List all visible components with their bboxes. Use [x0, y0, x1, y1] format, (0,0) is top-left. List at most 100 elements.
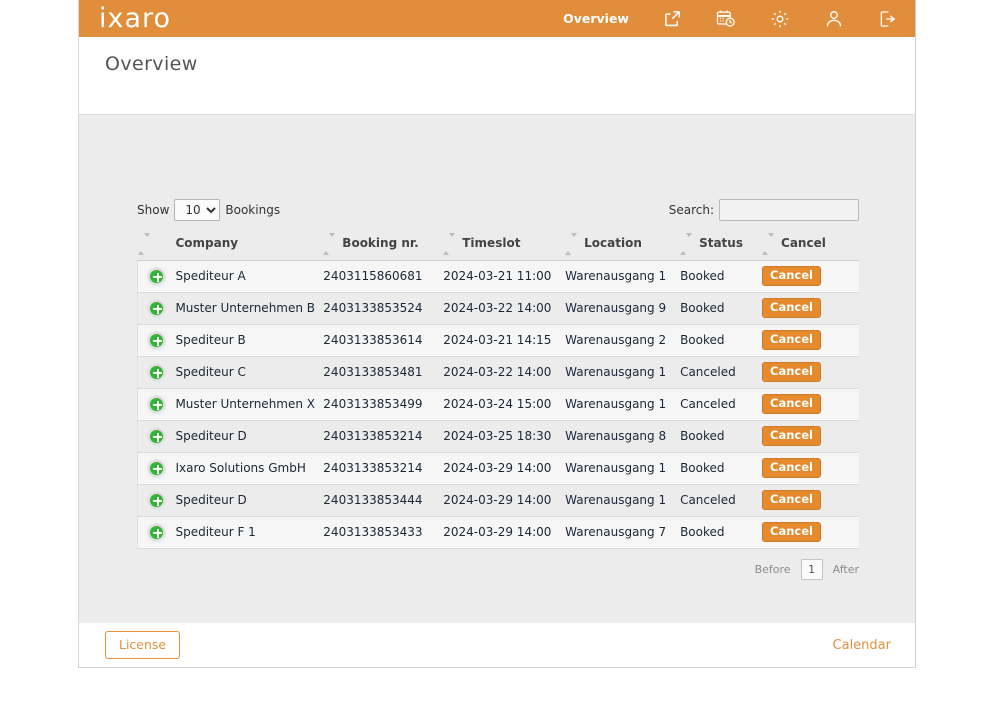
expand-plus-icon[interactable]: [149, 493, 164, 508]
expand-plus-icon[interactable]: [149, 397, 164, 412]
row-cell-booking-nr: 2403133853444: [323, 484, 443, 516]
row-expand-cell[interactable]: [138, 420, 176, 452]
row-cell-company: Spediteur D: [175, 420, 323, 452]
row-cell-cancel: Cancel: [762, 292, 859, 324]
bookings-table-body: Spediteur A24031158606812024-03-21 11:00…: [138, 260, 860, 548]
row-cell-timeslot: 2024-03-21 14:15: [443, 324, 565, 356]
cancel-booking-button[interactable]: Cancel: [762, 522, 821, 542]
sort-icon: [762, 237, 771, 251]
table-row[interactable]: Spediteur B24031338536142024-03-21 14:15…: [138, 324, 860, 356]
nav-logout-button[interactable]: [861, 0, 915, 37]
row-cell-booking-nr: 2403133853214: [323, 420, 443, 452]
search-input[interactable]: [719, 199, 859, 221]
row-cell-location: Warenausgang 1: [565, 484, 680, 516]
license-button[interactable]: License: [105, 631, 180, 659]
row-cell-booking-nr: 2403133853524: [323, 292, 443, 324]
column-header-timeslot[interactable]: Timeslot: [443, 229, 565, 260]
calendar-link[interactable]: Calendar: [833, 638, 891, 653]
pagination-page-1-button[interactable]: 1: [801, 559, 823, 580]
ixaro-logo[interactable]: ixaro: [99, 5, 171, 32]
table-row[interactable]: Muster Unternehmen X24031338534992024-03…: [138, 388, 860, 420]
cancel-booking-button[interactable]: Cancel: [762, 298, 821, 318]
cancel-booking-button[interactable]: Cancel: [762, 458, 821, 478]
footer-bar: License Calendar: [79, 623, 915, 667]
row-cell-status: Booked: [680, 292, 762, 324]
page-title: Overview: [105, 53, 198, 75]
row-cell-timeslot: 2024-03-29 14:00: [443, 484, 565, 516]
show-label: Show: [137, 203, 169, 217]
row-expand-cell[interactable]: [138, 516, 176, 548]
page-length-select[interactable]: 10: [174, 199, 220, 221]
column-header-company[interactable]: Company: [175, 229, 323, 260]
expand-plus-icon[interactable]: [149, 461, 164, 476]
row-cell-location: Warenausgang 2: [565, 324, 680, 356]
pagination-before-button[interactable]: Before: [755, 563, 791, 576]
cancel-booking-button[interactable]: Cancel: [762, 426, 821, 446]
column-header-expand[interactable]: [138, 229, 176, 260]
cancel-booking-button[interactable]: Cancel: [762, 266, 821, 286]
row-cell-location: Warenausgang 7: [565, 516, 680, 548]
expand-plus-icon[interactable]: [149, 365, 164, 380]
table-row[interactable]: Spediteur D24031338532142024-03-25 18:30…: [138, 420, 860, 452]
row-expand-cell[interactable]: [138, 324, 176, 356]
nav-user-button[interactable]: [807, 0, 861, 37]
table-row[interactable]: Muster Unternehmen B24031338535242024-03…: [138, 292, 860, 324]
expand-plus-icon[interactable]: [149, 269, 164, 284]
external-link-icon: [663, 9, 682, 28]
row-cell-company: Spediteur F 1: [175, 516, 323, 548]
nav-item-overview[interactable]: Overview: [547, 0, 645, 37]
column-header-status[interactable]: Status: [680, 229, 762, 260]
row-expand-cell[interactable]: [138, 484, 176, 516]
row-cell-company: Spediteur D: [175, 484, 323, 516]
row-cell-timeslot: 2024-03-24 15:00: [443, 388, 565, 420]
row-cell-timeslot: 2024-03-29 14:00: [443, 516, 565, 548]
row-cell-booking-nr: 2403133853433: [323, 516, 443, 548]
table-row[interactable]: Spediteur A24031158606812024-03-21 11:00…: [138, 260, 860, 292]
row-cell-status: Canceled: [680, 388, 762, 420]
nav-settings-button[interactable]: [753, 0, 807, 37]
gear-icon: [770, 9, 790, 29]
table-row[interactable]: Spediteur D24031338534442024-03-29 14:00…: [138, 484, 860, 516]
row-cell-cancel: Cancel: [762, 388, 859, 420]
column-label-company: Company: [175, 236, 238, 250]
row-expand-cell[interactable]: [138, 260, 176, 292]
nav-external-link-button[interactable]: [645, 0, 699, 37]
sort-icon: [138, 237, 147, 251]
pagination-after-button[interactable]: After: [833, 563, 859, 576]
user-icon: [824, 9, 844, 29]
cancel-booking-button[interactable]: Cancel: [762, 362, 821, 382]
column-header-cancel[interactable]: Cancel: [762, 229, 859, 260]
bookings-table: Company Booking nr. Timeslot Location St: [137, 229, 859, 549]
row-cell-status: Canceled: [680, 484, 762, 516]
column-label-location: Location: [584, 236, 642, 250]
row-cell-cancel: Cancel: [762, 420, 859, 452]
row-cell-booking-nr: 2403133853481: [323, 356, 443, 388]
expand-plus-icon[interactable]: [149, 525, 164, 540]
cancel-booking-button[interactable]: Cancel: [762, 394, 821, 414]
table-row[interactable]: Spediteur F 124031338534332024-03-29 14:…: [138, 516, 860, 548]
expand-plus-icon[interactable]: [149, 429, 164, 444]
column-header-location[interactable]: Location: [565, 229, 680, 260]
table-row[interactable]: Spediteur C24031338534812024-03-22 14:00…: [138, 356, 860, 388]
row-expand-cell[interactable]: [138, 452, 176, 484]
row-cell-timeslot: 2024-03-29 14:00: [443, 452, 565, 484]
row-expand-cell[interactable]: [138, 292, 176, 324]
nav-calendar-button[interactable]: [699, 0, 753, 37]
column-header-booking-nr[interactable]: Booking nr.: [323, 229, 443, 260]
cancel-booking-button[interactable]: Cancel: [762, 490, 821, 510]
sort-icon: [443, 237, 452, 251]
cancel-booking-button[interactable]: Cancel: [762, 330, 821, 350]
sort-icon: [565, 237, 574, 251]
row-expand-cell[interactable]: [138, 388, 176, 420]
sort-icon: [323, 237, 332, 251]
row-expand-cell[interactable]: [138, 356, 176, 388]
expand-plus-icon[interactable]: [149, 333, 164, 348]
expand-plus-icon[interactable]: [149, 301, 164, 316]
row-cell-location: Warenausgang 1: [565, 388, 680, 420]
sort-icon: [680, 237, 689, 251]
content-area: Show 10 Bookings Search:: [79, 115, 915, 623]
row-cell-booking-nr: 2403133853614: [323, 324, 443, 356]
row-cell-location: Warenausgang 8: [565, 420, 680, 452]
column-label-status: Status: [699, 236, 743, 250]
table-row[interactable]: Ixaro Solutions GmbH24031338532142024-03…: [138, 452, 860, 484]
